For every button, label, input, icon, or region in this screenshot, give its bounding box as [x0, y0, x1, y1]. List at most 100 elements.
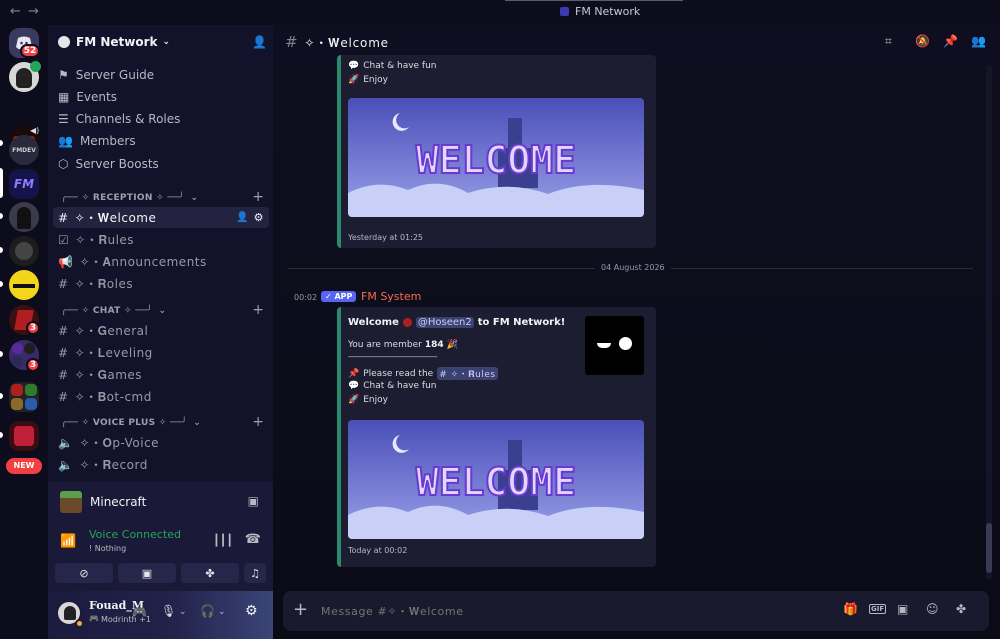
welcome-banner-image[interactable]: WELCOME [348, 98, 644, 217]
channel-record[interactable]: 🔈 ✧・𝐑ecord [53, 454, 269, 475]
add-channel-icon[interactable]: + [252, 189, 264, 205]
stream-icon[interactable]: ▣ [248, 494, 259, 508]
member-prefix: You are member [348, 340, 422, 350]
scrollbar[interactable] [986, 65, 992, 580]
embed-footer: Today at 00:02 [348, 546, 408, 555]
chevron-down-icon[interactable]: ⌄ [179, 607, 187, 617]
screen-share-icon: ▣ [141, 566, 153, 580]
channel-label: ✧・𝐑oles [74, 277, 134, 291]
nav-events[interactable]: ▦ Events [58, 87, 117, 107]
dm-unread-badge: 52 [20, 44, 40, 58]
rules-prefix: Please read the [363, 368, 434, 379]
chevron-down-icon: ⌄ [190, 193, 199, 203]
window-title: FM Network [575, 5, 641, 18]
user-mention[interactable]: @Hoseen2 [415, 317, 474, 328]
channel-label: ✧・𝐀nnouncements [79, 255, 207, 269]
screen-share-button[interactable]: ▣ [118, 563, 176, 583]
voice-status[interactable]: Voice Connected [89, 528, 181, 541]
welcome-prefix: Welcome [348, 317, 399, 328]
calendar-icon: ▦ [58, 90, 70, 104]
channel-welcome[interactable]: # ✧・𝐖elcome 👤 ⚙ [53, 207, 269, 228]
message-embed-1: 💬 Chat & have fun 🚀 Enjoy WELCOME Yesterda… [337, 55, 656, 248]
window-title-group: FM Network [560, 5, 640, 18]
invite-icon[interactable]: 👤 [236, 212, 249, 223]
server-badge-icon [58, 36, 70, 48]
channel-label: ✧・𝐎p-Voice [79, 436, 160, 450]
channel-label: ✧・𝐖elcome [74, 211, 157, 225]
add-channel-icon[interactable]: + [252, 302, 264, 318]
channel-roles[interactable]: # ✧・𝐑oles [53, 273, 269, 294]
gamepad-icon: 🎮 [89, 614, 99, 623]
message-composer: + 🎁 GIF ▣ ☺ ✤ [283, 591, 989, 631]
gift-icon[interactable]: 🎁 [843, 602, 858, 616]
gear-icon[interactable]: ⚙ [245, 603, 258, 619]
embed-line-chat: 💬 Chat & have fun [348, 61, 437, 71]
category-label: ╭── ✧ VOICE PLUS ✧ ──╯ [61, 418, 188, 428]
disconnect-icon[interactable]: ☎ [245, 532, 261, 547]
welcome-banner-image[interactable]: WELCOME [348, 420, 644, 539]
microphone-icon[interactable]: 🎙 [161, 604, 176, 618]
notifications-off-icon[interactable]: 🔕 [915, 34, 931, 48]
category-label: ╭── ✧ RECEPTION ✧ ──╯ [61, 193, 185, 203]
threads-icon[interactable]: ⌗ [885, 34, 893, 49]
pin-icon[interactable]: 📌 [943, 34, 959, 48]
chevron-down-icon: ⌄ [162, 37, 171, 47]
category-voice-plus[interactable]: ╭── ✧ VOICE PLUS ✧ ──╯ ⌄ [61, 415, 201, 431]
hash-icon: # [58, 210, 69, 225]
attach-plus-icon[interactable]: + [293, 599, 308, 620]
boost-icon: ⬡ [58, 157, 69, 171]
channel-bot-cmd[interactable]: # ✧・𝐁ot-cmd [53, 386, 269, 407]
nav-channels-roles[interactable]: ☰ Channels & Roles [58, 109, 180, 129]
channel-mention[interactable]: # ✧・𝐑ules [437, 367, 498, 380]
server-header[interactable]: FM Network ⌄ 👤 [48, 25, 273, 59]
scrollbar-thumb[interactable] [986, 523, 992, 573]
unread-pill [0, 140, 3, 146]
camera-off-button[interactable]: ⊘ [55, 563, 113, 583]
hash-icon: # [58, 276, 69, 291]
nav-server-boosts[interactable]: ⬡ Server Boosts [58, 154, 159, 174]
members-list-icon[interactable]: 👥 [971, 34, 987, 48]
sticker-icon[interactable]: ▣ [897, 602, 908, 616]
chevron-down-icon[interactable]: ⌄ [218, 607, 226, 617]
gif-icon[interactable]: GIF [869, 604, 887, 614]
channel-general[interactable]: # ✧・𝐆eneral [53, 320, 269, 341]
nav-label: Members [79, 134, 136, 148]
apps-icon[interactable]: ✤ [956, 602, 966, 616]
voice-channel[interactable]: ! Nothing [89, 544, 126, 553]
channel-announcements[interactable]: 📢 ✧・𝐀nnouncements [53, 251, 269, 272]
channel-leveling[interactable]: # ✧・𝐋eveling [53, 342, 269, 363]
add-member-icon[interactable]: 👤 [252, 35, 267, 49]
embed-thumbnail[interactable] [585, 316, 644, 375]
forward-button[interactable]: → [28, 4, 39, 19]
embed-text: Chat & have fun [363, 61, 437, 71]
headphones-icon[interactable]: 🎧 [200, 604, 215, 618]
activities-button[interactable]: ✤ [181, 563, 239, 583]
message-input[interactable] [321, 601, 801, 621]
add-channel-icon[interactable]: + [252, 414, 264, 430]
emoji-icon[interactable]: ☺ [926, 602, 939, 616]
category-reception[interactable]: ╭── ✧ RECEPTION ✧ ──╯ ⌄ [61, 190, 198, 206]
channel-label: ✧・𝐁ot-cmd [74, 390, 152, 404]
gear-icon[interactable]: ⚙ [254, 211, 264, 224]
signpost-icon: ⚑ [58, 68, 69, 82]
back-button[interactable]: ← [10, 4, 21, 19]
channel-op-voice[interactable]: 🔈 ✧・𝐎p-Voice [53, 432, 269, 453]
soundboard-icon[interactable]: ┃┃┃ [213, 534, 233, 547]
nav-members[interactable]: 👥 Members [58, 131, 136, 151]
separator-line: ----------------------------------------… [348, 353, 438, 361]
category-label: ╭── ✧ CHAT ✧ ──╯ [61, 306, 153, 316]
soundboard-button[interactable]: ♫ [244, 563, 266, 583]
controller-icon[interactable]: 🎮 [132, 605, 147, 619]
channel-games[interactable]: # ✧・𝐆ames [53, 364, 269, 385]
signal-icon: 📶 [60, 534, 77, 549]
channel-rules[interactable]: ☑ ✧・𝐑ules [53, 229, 269, 250]
chevron-down-icon: ⌄ [158, 306, 167, 316]
pin-icon: 📌 [348, 368, 360, 379]
category-chat[interactable]: ╭── ✧ CHAT ✧ ──╯ ⌄ [61, 303, 166, 319]
nav-label: Channels & Roles [75, 112, 181, 126]
nav-server-guide[interactable]: ⚑ Server Guide [58, 65, 154, 85]
embed-text: Chat & have fun [363, 381, 437, 391]
message-author[interactable]: FM System [361, 290, 421, 303]
date-divider-label: 04 August 2026 [595, 263, 671, 272]
hash-icon: # [58, 367, 69, 382]
